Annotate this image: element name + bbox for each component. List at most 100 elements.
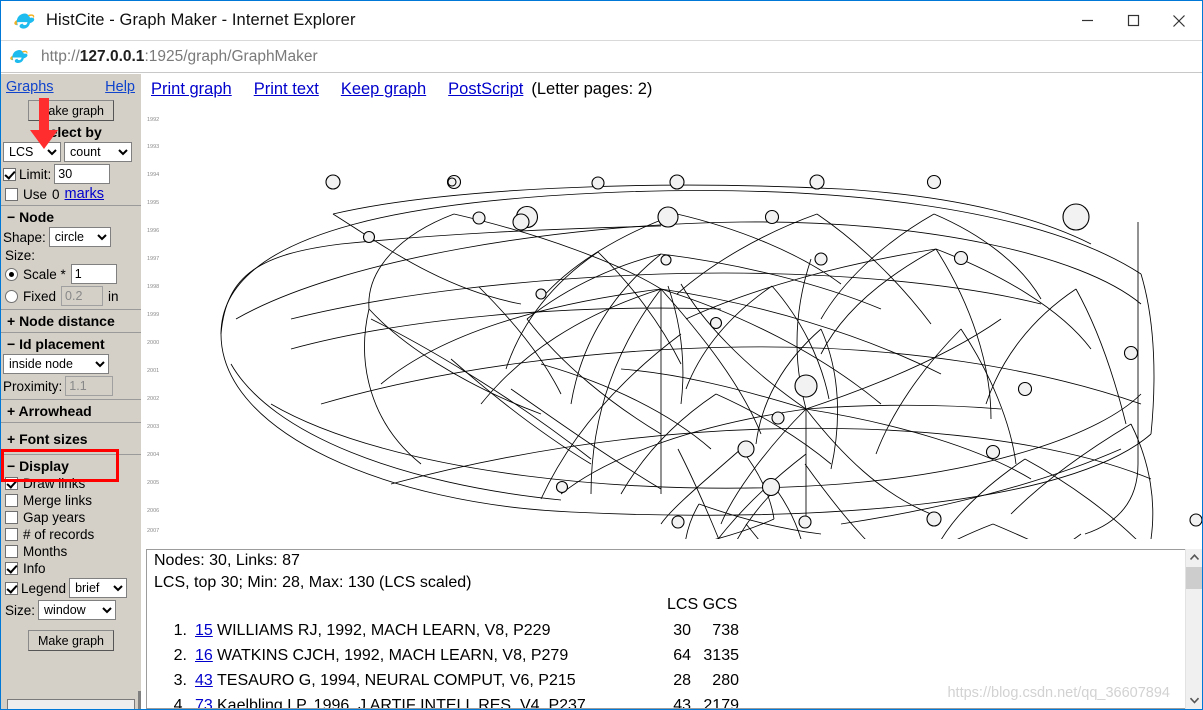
record-index: 2. <box>173 647 187 664</box>
display-option-num-records[interactable]: # of records <box>1 526 141 543</box>
scrollbar-thumb[interactable] <box>1186 567 1202 589</box>
year-label: 2003 <box>147 424 160 430</box>
size2-label: Size: <box>5 602 36 618</box>
sidebar-bottom-input[interactable] <box>7 699 135 709</box>
info-scrollbar[interactable] <box>1185 549 1202 709</box>
display-option-gap-years[interactable]: Gap years <box>1 509 141 526</box>
scroll-up-arrow-icon[interactable] <box>1186 549 1202 566</box>
print-graph-link[interactable]: Print graph <box>151 80 232 99</box>
maximize-button[interactable] <box>1110 1 1156 40</box>
num-records-checkbox[interactable] <box>5 528 18 541</box>
node-section-heading[interactable]: − Node <box>1 208 141 226</box>
year-label: 2005 <box>147 480 160 486</box>
record-lcs: 64 <box>673 647 691 664</box>
proximity-input[interactable] <box>65 376 114 396</box>
address-text: http://127.0.0.1:1925/graph/GraphMaker <box>41 48 318 66</box>
record-uid-link[interactable]: 73 <box>195 693 213 708</box>
postscript-link[interactable]: PostScript <box>448 80 523 99</box>
legend-row: Legend brief <box>1 577 141 599</box>
size2-row: Size: window <box>1 599 141 621</box>
minimize-button[interactable] <box>1064 1 1110 40</box>
close-button[interactable] <box>1156 1 1202 40</box>
display-option-label: Info <box>23 561 46 576</box>
graphs-link[interactable]: Graphs <box>6 79 54 95</box>
display-option-merge-links[interactable]: Merge links <box>1 492 141 509</box>
year-label: 2002 <box>147 396 160 402</box>
lcs-gcs-label: LCS GCS <box>667 596 738 613</box>
size2-dropdown[interactable]: window <box>38 600 117 620</box>
record-gcs: 738 <box>712 622 739 639</box>
citation-graph-canvas[interactable]: 1992 1993 1994 1995 1996 1997 1998 1999 … <box>141 104 1202 539</box>
list-item[interactable]: 4. 73 Kaelbling LP, 1996, J ARTIF INTELL… <box>147 693 1186 709</box>
proximity-row: Proximity: <box>1 375 141 397</box>
gap-years-checkbox[interactable] <box>5 511 18 524</box>
letter-pages-note: (Letter pages: 2) <box>531 79 653 98</box>
legend-dropdown[interactable]: brief <box>69 578 128 598</box>
record-gcs: 2179 <box>703 697 739 709</box>
display-options-list: Draw links Merge links Gap years # of re… <box>1 475 141 577</box>
year-label: 2007 <box>147 528 160 534</box>
scale-input[interactable] <box>70 264 117 284</box>
display-option-label: Gap years <box>23 510 86 525</box>
info-checkbox[interactable] <box>5 562 18 575</box>
record-uid-link[interactable]: 15 <box>195 618 213 643</box>
browser-window: HistCite - Graph Maker - Internet Explor… <box>0 0 1203 710</box>
node-distance-heading[interactable]: + Node distance <box>1 312 141 330</box>
display-option-months[interactable]: Months <box>1 543 141 560</box>
fixed-radio[interactable] <box>5 289 18 303</box>
limit-checkbox[interactable] <box>3 167 16 181</box>
make-graph-button-bottom[interactable]: Make graph <box>28 630 114 651</box>
year-label: 1998 <box>147 284 160 290</box>
select-mode-dropdown[interactable]: count <box>64 142 132 162</box>
record-uid-link[interactable]: 16 <box>195 643 213 668</box>
display-option-draw-links[interactable]: Draw links <box>1 475 141 492</box>
url-prefix: http:// <box>41 47 80 65</box>
year-label: 2000 <box>147 340 160 346</box>
legend-checkbox[interactable] <box>5 581 18 595</box>
divider <box>1 309 141 310</box>
display-option-label: Merge links <box>23 493 93 508</box>
arrowhead-heading[interactable]: + Arrowhead <box>1 402 141 420</box>
graph-info-panel: Nodes: 30, Links: 87 LCS, top 30; Min: 2… <box>146 549 1187 709</box>
id-placement-dropdown[interactable]: inside node <box>3 354 109 374</box>
list-item[interactable]: 3. 43 TESAURO G, 1994, NEURAL COMPUT, V6… <box>147 668 1186 693</box>
list-item[interactable]: 2. 16 WATKINS CJCH, 1992, MACH LEARN, V8… <box>147 643 1186 668</box>
proximity-label: Proximity: <box>3 378 63 394</box>
use-marks-row: Use 0 marks <box>1 185 141 203</box>
marks-link[interactable]: marks <box>65 186 104 202</box>
limit-input[interactable] <box>54 164 111 184</box>
merge-links-checkbox[interactable] <box>5 494 18 507</box>
fixed-row: Fixed in <box>1 285 141 307</box>
record-uid-link[interactable]: 43 <box>195 668 213 693</box>
record-gcs: 3135 <box>703 647 739 664</box>
months-checkbox[interactable] <box>5 545 18 558</box>
list-item[interactable]: 1. 15 WILLIAMS RJ, 1992, MACH LEARN, V8,… <box>147 618 1186 643</box>
display-option-label: Draw links <box>23 476 86 491</box>
font-sizes-heading[interactable]: + Font sizes <box>1 425 141 452</box>
year-label: 2001 <box>147 368 160 374</box>
draw-links-checkbox[interactable] <box>5 477 18 490</box>
use-marks-checkbox[interactable] <box>5 187 18 201</box>
year-label: 1995 <box>147 200 160 206</box>
display-option-info[interactable]: Info <box>1 560 141 577</box>
window-controls <box>1064 1 1202 40</box>
scale-radio[interactable] <box>5 267 18 281</box>
keep-graph-link[interactable]: Keep graph <box>341 80 426 99</box>
id-placement-row: inside node <box>1 353 141 375</box>
record-lcs: 43 <box>673 697 691 709</box>
display-heading[interactable]: − Display <box>1 457 141 475</box>
help-link[interactable]: Help <box>105 79 135 95</box>
fixed-unit: in <box>108 288 119 304</box>
shape-dropdown[interactable]: circle <box>48 227 111 247</box>
record-lcs: 28 <box>673 672 691 689</box>
address-bar[interactable]: http://127.0.0.1:1925/graph/GraphMaker <box>1 40 1202 73</box>
print-text-link[interactable]: Print text <box>254 80 319 99</box>
id-placement-heading[interactable]: − Id placement <box>1 335 141 353</box>
make-graph-button-top[interactable]: Make graph <box>28 100 114 121</box>
fixed-input[interactable] <box>61 286 104 306</box>
scroll-down-arrow-icon[interactable] <box>1186 692 1202 709</box>
select-metric-dropdown[interactable]: LCS <box>3 142 61 162</box>
divider <box>1 454 141 455</box>
display-option-label: # of records <box>23 527 95 542</box>
record-title: TESAURO G, 1994, NEURAL COMPUT, V6, P215 <box>217 672 576 689</box>
